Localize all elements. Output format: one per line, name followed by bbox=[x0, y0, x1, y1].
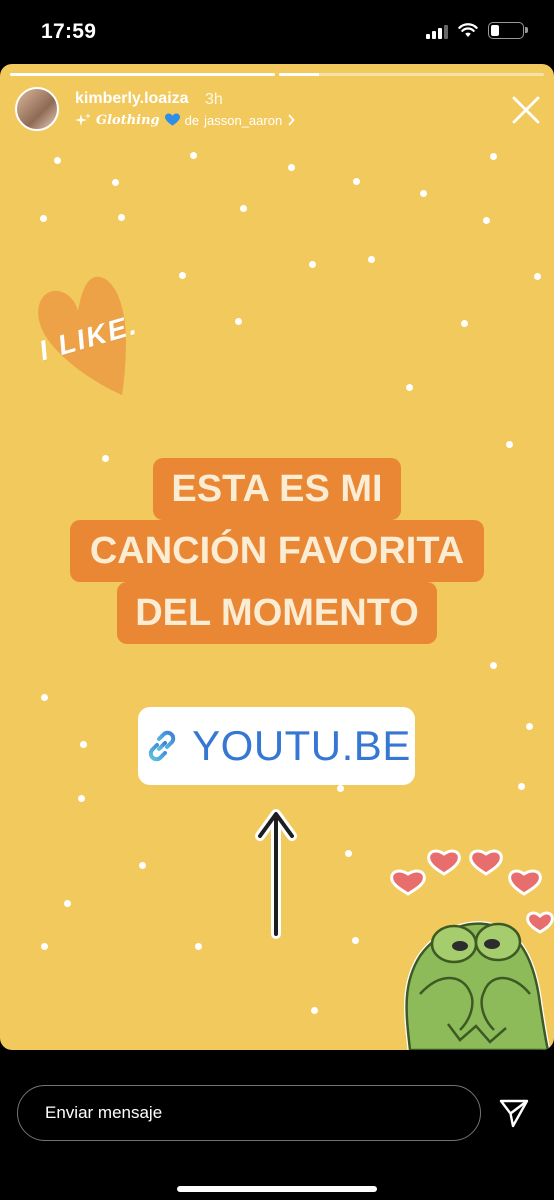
progress-segment bbox=[279, 73, 544, 76]
music-title: Glothing bbox=[96, 112, 160, 128]
status-time: 17:59 bbox=[41, 20, 97, 43]
status-icons bbox=[426, 22, 528, 39]
close-icon[interactable] bbox=[510, 94, 542, 126]
wifi-icon bbox=[458, 23, 478, 37]
music-attribution[interactable]: Glothing de jasson_aaron bbox=[75, 112, 295, 128]
story-card[interactable]: kimberly.loaiza 3h Glothing de jasson_aa… bbox=[0, 64, 554, 1050]
story-time-ago: 3h bbox=[205, 91, 223, 108]
status-bar: 17:59 bbox=[0, 0, 554, 64]
link-icon bbox=[148, 730, 176, 762]
story-progress bbox=[10, 73, 544, 76]
headline-block: ESTA ES MI CANCIÓN FAVORITA DEL MOMENTO bbox=[0, 458, 554, 644]
kermit-sticker bbox=[390, 849, 554, 1050]
chevron-right-icon bbox=[288, 114, 295, 126]
message-bar: Enviar mensaje bbox=[0, 1050, 554, 1200]
blue-heart-icon bbox=[164, 113, 180, 126]
send-icon[interactable] bbox=[497, 1096, 531, 1130]
music-artist: jasson_aaron bbox=[204, 112, 283, 128]
headline-line: DEL MOMENTO bbox=[117, 582, 437, 644]
message-input[interactable]: Enviar mensaje bbox=[17, 1085, 481, 1141]
link-sticker[interactable]: YOUTU.BE bbox=[138, 707, 415, 785]
arrow-up-icon bbox=[255, 809, 297, 939]
link-text: YOUTU.BE bbox=[192, 722, 411, 769]
message-placeholder: Enviar mensaje bbox=[45, 1103, 163, 1122]
battery-icon bbox=[488, 22, 528, 39]
signal-icon bbox=[426, 23, 448, 39]
story-username[interactable]: kimberly.loaiza bbox=[75, 90, 189, 108]
headline-line: CANCIÓN FAVORITA bbox=[69, 520, 485, 582]
avatar[interactable] bbox=[15, 87, 59, 131]
sparkle-icon bbox=[75, 113, 91, 126]
headline-line: ESTA ES MI bbox=[153, 458, 401, 520]
progress-segment bbox=[10, 73, 275, 76]
music-prefix: de bbox=[184, 112, 200, 128]
home-indicator bbox=[177, 1186, 377, 1192]
